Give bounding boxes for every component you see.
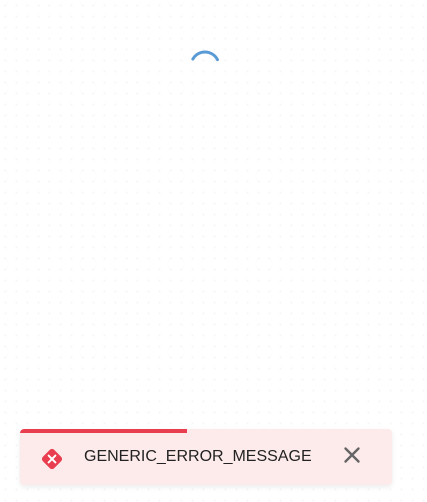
toast-close-button[interactable]	[338, 441, 366, 469]
toast-message: GENERIC_ERROR_MESSAGE	[84, 448, 312, 465]
error-toast: GENERIC_ERROR_MESSAGE	[20, 429, 392, 485]
loading-spinner-icon	[189, 50, 221, 82]
toast-progress-bar	[20, 429, 188, 433]
error-x-diamond-icon	[41, 448, 63, 470]
close-icon	[344, 447, 360, 463]
